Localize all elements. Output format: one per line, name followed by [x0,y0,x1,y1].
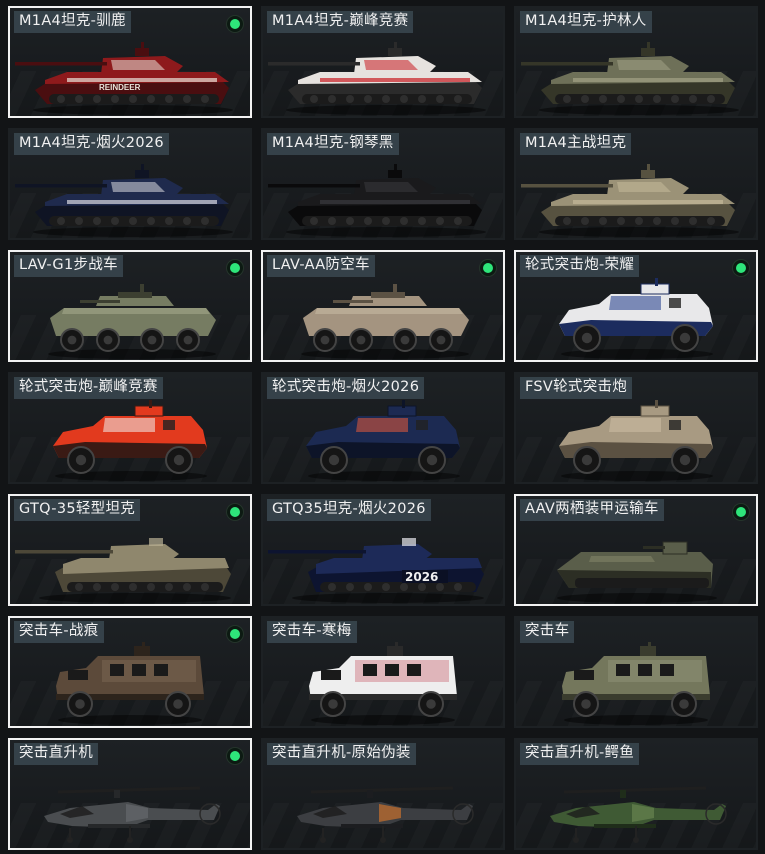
vehicle-label: LAV-G1步战车 [14,255,123,277]
owned-status-icon [227,16,243,32]
vehicle-label: 轮式突击炮-巅峰竞赛 [14,377,163,399]
vehicle-label: GTQ35坦克-烟火2026 [267,499,431,521]
vehicle-label: 突击直升机-原始伪装 [267,743,416,765]
vehicle-image [263,766,503,848]
vehicle-label: M1A4主战坦克 [520,133,632,155]
vehicle-card[interactable]: 轮式突击炮-巅峰竞赛 [8,372,252,484]
svg-text:REINDEER: REINDEER [99,83,141,92]
vehicle-image: REINDEER [10,34,250,116]
vehicle-image [10,642,250,726]
vehicle-image [263,278,503,360]
vehicle-image [516,522,756,604]
vehicle-label: 突击车 [520,621,575,643]
vehicle-label: M1A4坦克-钢琴黑 [267,133,399,155]
vehicle-card[interactable]: M1A4主战坦克 [514,128,758,240]
vehicle-card[interactable]: LAV-G1步战车 [8,250,252,362]
vehicle-card[interactable]: 突击直升机-原始伪装 [261,738,505,850]
vehicle-card[interactable]: 突击车-战痕 [8,616,252,728]
owned-status-icon [227,626,243,642]
vehicle-image [516,400,756,482]
vehicle-card[interactable]: GTQ-35轻型坦克 [8,494,252,606]
vehicle-image [10,278,250,360]
vehicle-label: 轮式突击炮-烟火2026 [267,377,425,399]
vehicle-image [516,278,756,360]
vehicle-label: M1A4坦克-烟火2026 [14,133,169,155]
vehicle-label: AAV两栖装甲运输车 [520,499,664,521]
vehicle-card[interactable]: FSV轮式突击炮 [514,372,758,484]
vehicle-label: M1A4坦克-巅峰竞赛 [267,11,414,33]
vehicle-image [10,156,250,238]
vehicle-card[interactable]: 突击直升机-鳄鱼 [514,738,758,850]
vehicle-image [516,156,756,238]
vehicle-card[interactable]: AAV两栖装甲运输车 [514,494,758,606]
vehicle-label: 轮式突击炮-荣耀 [520,255,640,277]
vehicle-label: 突击车-战痕 [14,621,104,643]
vehicle-card[interactable]: 轮式突击炮-荣耀 [514,250,758,362]
vehicle-card[interactable]: M1A4坦克-烟火2026 [8,128,252,240]
vehicle-card[interactable]: 轮式突击炮-烟火2026 [261,372,505,484]
vehicle-card[interactable]: 突击车-寒梅 [261,616,505,728]
owned-status-icon [227,748,243,764]
vehicle-label: M1A4坦克-驯鹿 [14,11,131,33]
vehicle-skin-grid: M1A4坦克-驯鹿 REINDEER M1A4坦克-巅峰竞赛 M1A4坦克-护林… [0,0,765,850]
vehicle-card[interactable]: LAV-AA防空车 [261,250,505,362]
owned-status-icon [733,260,749,276]
vehicle-image [263,400,503,482]
owned-status-icon [227,504,243,520]
vehicle-label: M1A4坦克-护林人 [520,11,652,33]
vehicle-label: FSV轮式突击炮 [520,377,633,399]
vehicle-label: 突击直升机-鳄鱼 [520,743,640,765]
vehicle-card[interactable]: 突击车 [514,616,758,728]
vehicle-image [516,34,756,116]
vehicle-image [263,642,503,726]
vehicle-card[interactable]: 突击直升机 [8,738,252,850]
vehicle-label: 突击车-寒梅 [267,621,357,643]
vehicle-card[interactable]: M1A4坦克-护林人 [514,6,758,118]
vehicle-label: LAV-AA防空车 [267,255,375,277]
vehicle-image [516,766,756,848]
vehicle-image [263,34,503,116]
vehicle-image [10,400,250,482]
vehicle-label: 突击直升机 [14,743,98,765]
vehicle-card[interactable]: GTQ35坦克-烟火2026 2026 [261,494,505,606]
vehicle-image [263,156,503,238]
svg-text:2026: 2026 [405,570,438,584]
vehicle-image [10,522,250,604]
vehicle-image [10,766,250,848]
vehicle-card[interactable]: M1A4坦克-巅峰竞赛 [261,6,505,118]
vehicle-card[interactable]: M1A4坦克-钢琴黑 [261,128,505,240]
owned-status-icon [733,504,749,520]
owned-status-icon [480,260,496,276]
owned-status-icon [227,260,243,276]
vehicle-image: 2026 [263,522,503,604]
vehicle-image [516,642,756,726]
vehicle-card[interactable]: M1A4坦克-驯鹿 REINDEER [8,6,252,118]
vehicle-label: GTQ-35轻型坦克 [14,499,141,521]
